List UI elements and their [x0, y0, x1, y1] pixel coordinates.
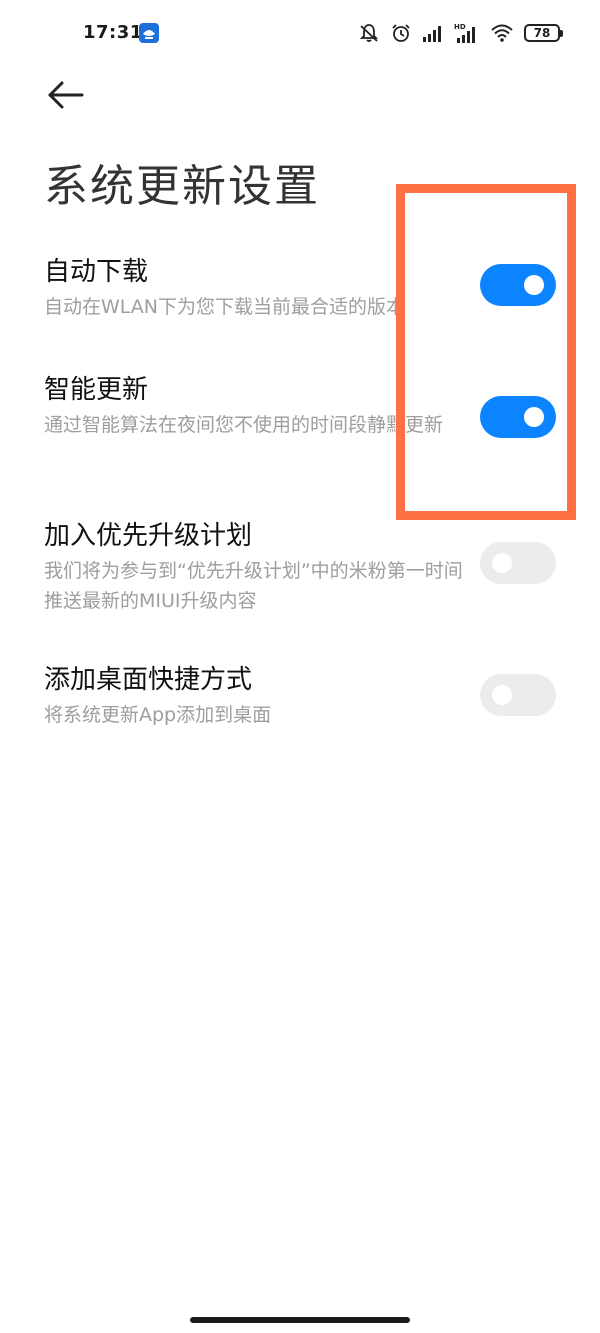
setting-description: 我们将为参与到“优先升级计划”中的米粉第一时间推送最新的MIUI升级内容 [44, 560, 463, 612]
battery-level: 78 [533, 26, 551, 40]
desktop-shortcut-toggle[interactable] [480, 674, 556, 716]
setting-title: 智能更新 [44, 375, 149, 405]
svg-text:HD: HD [454, 23, 466, 31]
alarm-icon [392, 24, 410, 42]
setting-smart-update[interactable]: 智能更新 通过智能算法在夜间您不使用的时间段静默更新 [44, 372, 556, 440]
signal-icon [423, 26, 441, 42]
highlight-annotation-box [396, 184, 576, 520]
battery-icon: 78 [524, 24, 563, 42]
wifi-icon [491, 24, 513, 42]
setting-description: 将系统更新App添加到桌面 [44, 704, 272, 726]
setting-desktop-shortcut[interactable]: 添加桌面快捷方式 将系统更新App添加到桌面 [44, 662, 556, 730]
toggle-knob [492, 553, 512, 573]
status-bar: 17:31 HD 78 [0, 0, 600, 70]
mute-icon [359, 24, 379, 42]
smart-update-toggle[interactable] [480, 396, 556, 438]
home-indicator[interactable] [190, 1317, 410, 1323]
status-icons: HD 78 [358, 20, 563, 46]
status-time: 17:31 [83, 22, 143, 43]
priority-upgrade-toggle[interactable] [480, 542, 556, 584]
hd-signal-icon: HD [454, 23, 475, 43]
toggle-knob [524, 275, 544, 295]
app-notification-icon [139, 23, 159, 43]
auto-download-toggle[interactable] [480, 264, 556, 306]
arrow-left-icon [48, 81, 84, 109]
setting-description: 通过智能算法在夜间您不使用的时间段静默更新 [44, 414, 444, 436]
setting-description: 自动在WLAN下为您下载当前最合适的版本 [44, 296, 406, 318]
setting-priority-upgrade[interactable]: 加入优先升级计划 我们将为参与到“优先升级计划”中的米粉第一时间推送最新的MIU… [44, 518, 556, 616]
setting-title: 加入优先升级计划 [44, 521, 253, 551]
setting-auto-download[interactable]: 自动下载 自动在WLAN下为您下载当前最合适的版本 [44, 254, 556, 322]
toggle-knob [524, 407, 544, 427]
page-title: 系统更新设置 [44, 161, 320, 212]
toggle-knob [492, 685, 512, 705]
back-button[interactable] [44, 78, 86, 112]
